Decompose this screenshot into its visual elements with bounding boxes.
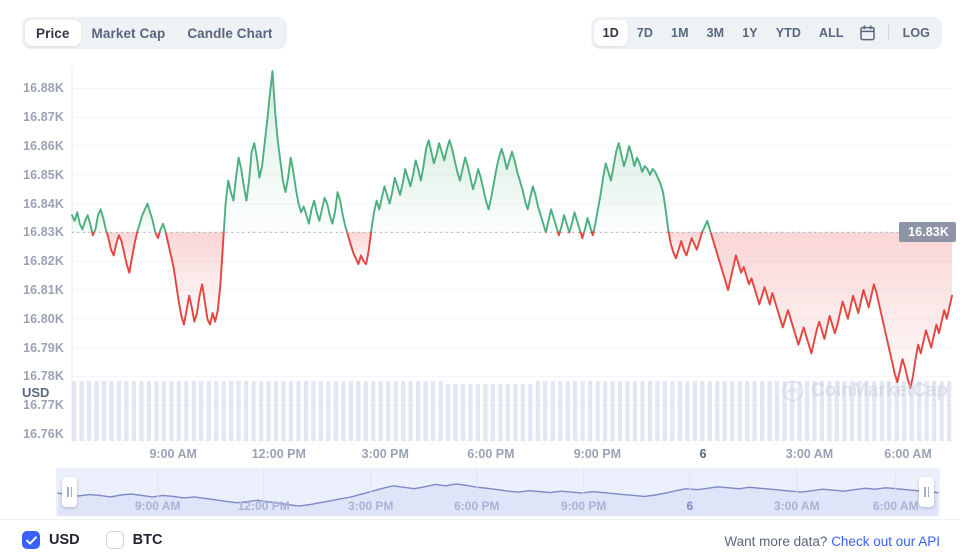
range-ytd[interactable]: YTD	[767, 20, 810, 46]
x-axis-tick-label: 6:00 PM	[467, 447, 514, 461]
range-1y[interactable]: 1Y	[733, 20, 767, 46]
y-axis-tick-label: 16.81K	[23, 283, 64, 297]
range-1d[interactable]: 1D	[594, 20, 628, 46]
x-axis-tick-label: 9:00 PM	[574, 447, 621, 461]
range-7d[interactable]: 7D	[628, 20, 662, 46]
time-range-toggle-group[interactable]: 1D7D1M3M1YYTDALL LOG	[591, 17, 942, 49]
y-axis-tick-label: 16.86K	[23, 139, 64, 153]
range-selector-brush[interactable]: 9:00 AM 12:00 PM 3:00 PM 6:00 PM 9:00 PM 6 3:0…	[56, 468, 940, 516]
y-axis-tick-label: 16.83K	[23, 225, 64, 239]
current-price-badge: 16.83K	[899, 222, 956, 242]
brush-x-axis-tick-label: 6	[686, 499, 693, 513]
range-3m[interactable]: 3M	[698, 20, 734, 46]
drag-handle-right[interactable]	[919, 477, 934, 507]
api-link[interactable]: Check out our API	[831, 534, 940, 549]
calendar-icon[interactable]	[853, 20, 883, 46]
more-data-text: Want more data?	[724, 534, 827, 549]
toolbar-divider	[888, 25, 889, 41]
y-axis-tick-label: 16.85K	[23, 168, 64, 182]
y-axis-tick-label: 16.87K	[23, 110, 64, 124]
chart-type-toggle-group[interactable]: PriceMarket CapCandle Chart	[22, 17, 287, 49]
chart-footer: USD BTC Want more data? Check out our API	[0, 519, 960, 559]
currency-checkbox-btc[interactable]: BTC	[106, 531, 163, 549]
y-axis-tick-label: 16.84K	[23, 197, 64, 211]
price-line-chart	[0, 62, 960, 447]
brush-x-axis-tick-label: 9:00 PM	[561, 499, 606, 513]
x-axis-tick-label: 6	[699, 447, 706, 461]
y-axis-tick-label: 16.77K	[23, 398, 64, 412]
brush-x-axis-tick-label: 6:00 PM	[454, 499, 499, 513]
x-axis-labels: 9:00 AM 12:00 PM 3:00 PM 6:00 PM 9:00 PM 6 3:0…	[0, 447, 960, 469]
chart-type-candle-chart[interactable]: Candle Chart	[176, 20, 283, 46]
brush-x-axis-tick-label: 3:00 AM	[774, 499, 820, 513]
brush-x-axis-tick-label: 9:00 AM	[135, 499, 181, 513]
brush-x-axis-tick-label: 6:00 AM	[873, 499, 919, 513]
checkbox-checked-icon[interactable]	[22, 531, 40, 549]
range-1m[interactable]: 1M	[662, 20, 698, 46]
y-axis-tick-label: 16.88K	[23, 81, 64, 95]
y-axis-tick-label: 16.78K	[23, 369, 64, 383]
currency-checkbox-label: USD	[49, 532, 80, 548]
more-data-note: Want more data? Check out our API	[724, 534, 940, 549]
price-chart-widget: PriceMarket CapCandle Chart 1D7D1M3M1YYT…	[0, 0, 960, 559]
x-axis-tick-label: 9:00 AM	[149, 447, 196, 461]
y-axis-tick-label: 16.79K	[23, 341, 64, 355]
y-axis-currency-label: USD	[22, 385, 49, 400]
chart-toolbar: PriceMarket CapCandle Chart 1D7D1M3M1YYT…	[0, 0, 960, 62]
drag-handle-left[interactable]	[62, 477, 77, 507]
y-axis-tick-label: 16.76K	[23, 427, 64, 441]
chart-type-market-cap[interactable]: Market Cap	[81, 20, 177, 46]
currency-checkbox-group[interactable]: USD BTC	[22, 531, 162, 549]
log-scale-button[interactable]: LOG	[894, 20, 939, 46]
currency-checkbox-label: BTC	[133, 532, 163, 548]
x-axis-tick-label: 12:00 PM	[252, 447, 306, 461]
price-chart-plot: 16.76K 16.77K 16.78K 16.79K 16.80K 16.81K 16.8…	[0, 62, 960, 447]
y-axis-tick-label: 16.80K	[23, 312, 64, 326]
currency-checkbox-usd[interactable]: USD	[22, 531, 80, 549]
chart-type-price[interactable]: Price	[25, 20, 81, 46]
brush-x-axis-tick-label: 12:00 PM	[238, 499, 290, 513]
x-axis-tick-label: 3:00 AM	[786, 447, 833, 461]
y-axis-tick-label: 16.82K	[23, 254, 64, 268]
x-axis-tick-label: 6:00 AM	[884, 447, 931, 461]
brush-x-axis-tick-label: 3:00 PM	[348, 499, 393, 513]
range-all[interactable]: ALL	[810, 20, 853, 46]
x-axis-tick-label: 3:00 PM	[362, 447, 409, 461]
checkbox-unchecked-icon[interactable]	[106, 531, 124, 549]
